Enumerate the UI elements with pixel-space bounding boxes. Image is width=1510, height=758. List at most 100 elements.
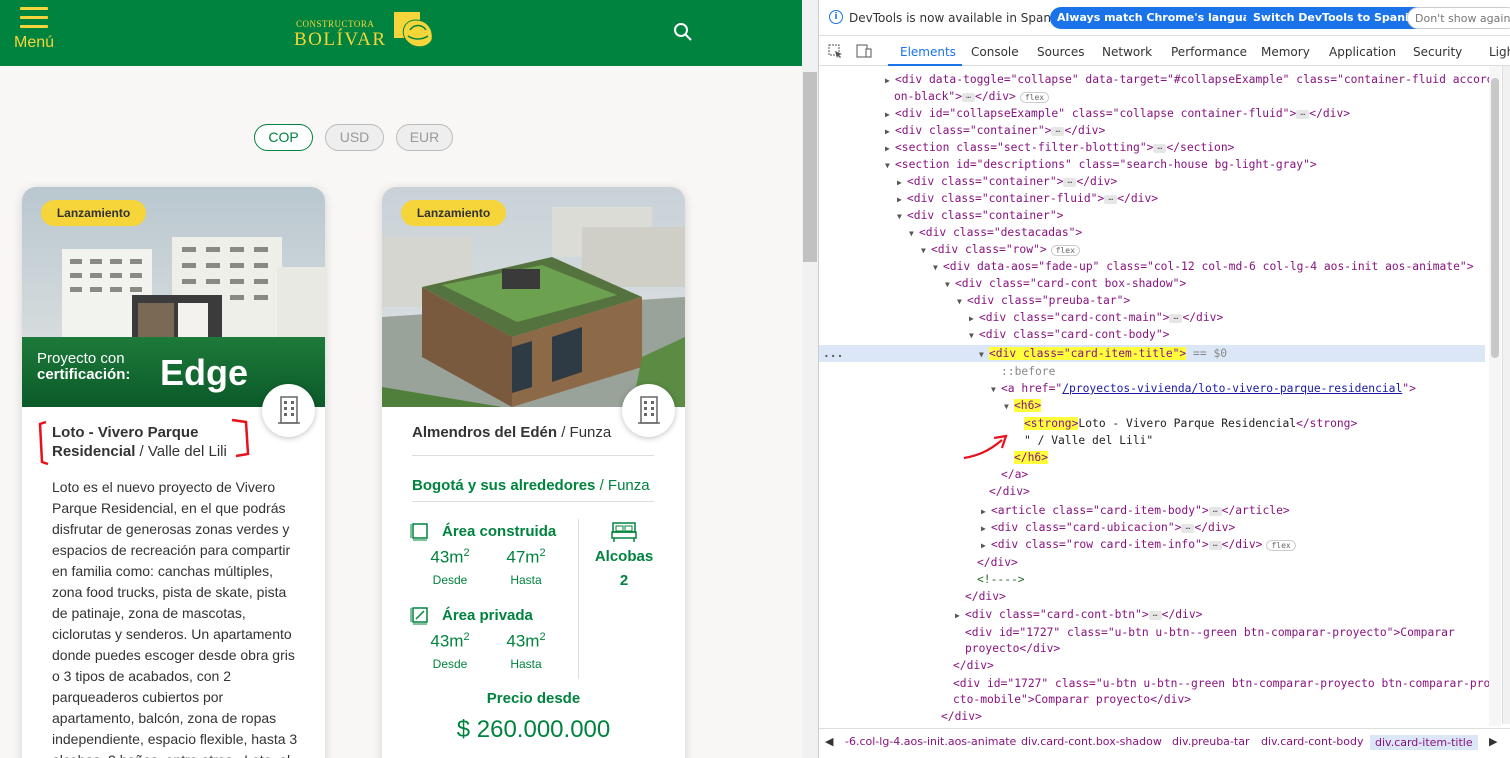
dom-node[interactable]: ▼ <div class="card-cont box-shadow">	[945, 275, 1186, 292]
dom-node[interactable]: ▼ <h6>	[1004, 397, 1042, 414]
switch-to-spanish-button[interactable]: Switch DevTools to Spanish	[1246, 7, 1431, 29]
devtools-panel: i DevTools is now available in Spanish! …	[818, 0, 1510, 758]
dom-node[interactable]: ▼ <div class="container">	[897, 207, 1063, 224]
project-card-loto[interactable]: Proyecto con certificación: Edge Lanzami…	[22, 187, 325, 758]
dont-show-again-button[interactable]: Don't show again	[1407, 7, 1510, 29]
tab-network[interactable]: Network	[1102, 45, 1152, 59]
status-badge: Lanzamiento	[401, 200, 506, 226]
project-location[interactable]: / Funza	[557, 424, 611, 441]
always-match-language-button[interactable]: Always match Chrome's language	[1050, 7, 1273, 29]
brand-name[interactable]: BOLÍVAR	[294, 29, 387, 51]
dom-node[interactable]: ▶ <div class="container-fluid">… </div>	[897, 190, 1158, 207]
hasta-label: Hasta	[510, 573, 542, 587]
dom-node[interactable]: </div>	[977, 554, 1018, 571]
dom-node[interactable]: ▶ <div data-toggle="collapse" data-target…	[885, 71, 1499, 88]
bed-icon	[611, 522, 637, 542]
dom-node[interactable]: </div>	[989, 483, 1030, 500]
site-header: Menú CONSTRUCTORA BOLÍVAR	[0, 0, 802, 66]
dom-node[interactable]: ▶ <article class="card-item-body">… </arti…	[981, 502, 1290, 519]
dom-node[interactable]: ▶ <div class="card-ubicacion">… </div>	[981, 519, 1235, 536]
dom-node[interactable]: </div>	[953, 657, 994, 674]
dom-node[interactable]: </div>	[965, 588, 1006, 605]
tab-lighthouse[interactable]: Ligh	[1489, 45, 1510, 59]
overlay-text-2: certificación:	[37, 366, 130, 383]
dom-node[interactable]: ▼ <section id="descriptions" class="searc…	[885, 156, 1317, 173]
element-picker-icon[interactable]	[828, 44, 844, 58]
project-card-almendros[interactable]: Lanzamiento Almendros del Edén / Funza B…	[382, 187, 685, 758]
dom-node[interactable]: ▼ <div class="destacadas">	[909, 224, 1082, 241]
breadcrumb: ◀ -6.col-lg-4.aos-init.aos-animate div.c…	[819, 728, 1510, 758]
breadcrumb-item[interactable]: div.preuba-tar	[1172, 735, 1249, 748]
dom-node[interactable]: ▼ <div class="row"> flex	[921, 241, 1080, 258]
area-construida-label: Área construida	[442, 523, 557, 540]
precio-value: $ 260.000.000	[456, 716, 611, 743]
alcobas-info: Alcobas 2	[592, 547, 656, 591]
dom-node[interactable]: proyecto</div>	[965, 640, 1060, 657]
breadcrumb-item[interactable]: -6.col-lg-4.aos-init.aos-animate	[845, 735, 1016, 748]
dom-node[interactable]: ▼ <div class="card-cont-body">	[969, 326, 1169, 343]
text-node[interactable]: " / Valle del Lili"	[1024, 432, 1153, 449]
dom-node[interactable]: cto-mobile">Comparar proyecto</div>	[953, 691, 1191, 708]
dom-node[interactable]: <div id="1727" class="u-btn u-btn--green…	[953, 675, 1499, 692]
breadcrumb-item-current[interactable]: div.card-item-title	[1370, 735, 1478, 750]
dom-node[interactable]: ▶ <div id="collapseExample" class="collap…	[885, 105, 1350, 122]
project-title[interactable]: Almendros del Edén / Funza	[412, 423, 652, 442]
project-image[interactable]: Lanzamiento	[382, 187, 685, 407]
dom-node[interactable]: ▶ <div class="card-cont-btn">… </div>	[955, 606, 1202, 623]
area-construida-to: 47m2	[506, 547, 546, 567]
red-annotation-bracket	[38, 418, 250, 466]
comment-node[interactable]: <!---->	[977, 571, 1025, 588]
project-image[interactable]: Proyecto con certificación: Edge Lanzami…	[22, 187, 325, 407]
dom-node[interactable]: ▼ <div class="preuba-tar">	[957, 292, 1130, 309]
device-toolbar-icon[interactable]	[856, 44, 872, 58]
breadcrumb-left-arrow-icon[interactable]: ◀	[825, 735, 833, 748]
building-icon-button[interactable]	[262, 384, 315, 437]
tab-security[interactable]: Security	[1413, 45, 1462, 59]
dom-node[interactable]: ▼ <div data-aos="fade-up" class="col-12 c…	[933, 258, 1474, 275]
styles-pane-edge	[1502, 66, 1510, 724]
dom-node[interactable]: ▶ <div class="card-cont-main">… </div>	[969, 309, 1223, 326]
dom-node-selected[interactable]: ... ▼ <div class="card-item-title"> == $0	[819, 345, 1485, 362]
menu-label[interactable]: Menú	[14, 34, 54, 52]
dom-node[interactable]: ▼ <a href="/proyectos-vivienda/loto-viver…	[991, 380, 1416, 397]
devtools-tabbar: Elements Console Sources Network Perform…	[819, 36, 1510, 66]
brand-logo-icon[interactable]	[392, 10, 436, 52]
alcobas-label: Alcobas	[594, 548, 654, 565]
dom-node[interactable]: ▶ <div class="row card-item-info">… </div>…	[981, 536, 1296, 553]
dom-node[interactable]: <strong>Loto - Vivero Parque Residencial…	[1024, 415, 1357, 432]
dom-node[interactable]: </div>	[941, 708, 982, 724]
dom-tree[interactable]: ▶ <div data-toggle="collapse" data-target…	[819, 66, 1499, 724]
tab-application[interactable]: Application	[1329, 45, 1396, 59]
currency-cop-button[interactable]: COP	[254, 124, 313, 151]
dom-node[interactable]: </h6>	[1014, 449, 1049, 466]
divider	[578, 519, 579, 679]
red-annotation-arrow	[963, 434, 1008, 460]
pseudo-before[interactable]: ::before	[1001, 363, 1055, 380]
dom-scrollbar-thumb[interactable]	[1491, 78, 1499, 358]
hamburger-menu-icon[interactable]	[20, 7, 48, 29]
dom-node[interactable]: ▶ <div class="container">… </div>	[885, 122, 1105, 139]
page-scrollbar-thumb[interactable]	[803, 72, 817, 262]
area-privada-label: Área privada	[442, 607, 533, 624]
currency-eur-button[interactable]: EUR	[396, 124, 453, 151]
breadcrumb-item[interactable]: div.card-cont.box-shadow	[1021, 735, 1162, 748]
currency-usd-button[interactable]: USD	[325, 124, 384, 151]
divider	[412, 455, 654, 456]
dom-node[interactable]: </a>	[1001, 466, 1028, 483]
tab-console[interactable]: Console	[971, 45, 1019, 59]
project-name[interactable]: Almendros del Edén	[412, 424, 557, 441]
tab-sources[interactable]: Sources	[1037, 45, 1084, 59]
dom-node[interactable]: ▶ <section class="sect-filter-blotting">……	[885, 139, 1234, 156]
region-name: Bogotá y sus alrededores	[412, 477, 596, 494]
dom-node[interactable]: ▶ <div class="container">… </div>	[897, 173, 1117, 190]
breadcrumb-item[interactable]: div.card-cont-body	[1261, 735, 1364, 748]
breadcrumb-right-arrow-icon[interactable]: ▶	[1489, 735, 1497, 748]
search-icon[interactable]	[673, 22, 693, 42]
tab-memory[interactable]: Memory	[1261, 45, 1310, 59]
dom-node[interactable]: <div id="1727" class="u-btn u-btn--green…	[965, 624, 1455, 641]
dom-node-cont[interactable]: on-black">… </div> flex	[894, 88, 1050, 105]
building-icon	[278, 396, 300, 424]
tab-elements[interactable]: Elements	[900, 45, 956, 59]
project-region: Bogotá y sus alrededores / Funza	[412, 476, 650, 495]
tab-performance[interactable]: Performance	[1171, 45, 1247, 59]
